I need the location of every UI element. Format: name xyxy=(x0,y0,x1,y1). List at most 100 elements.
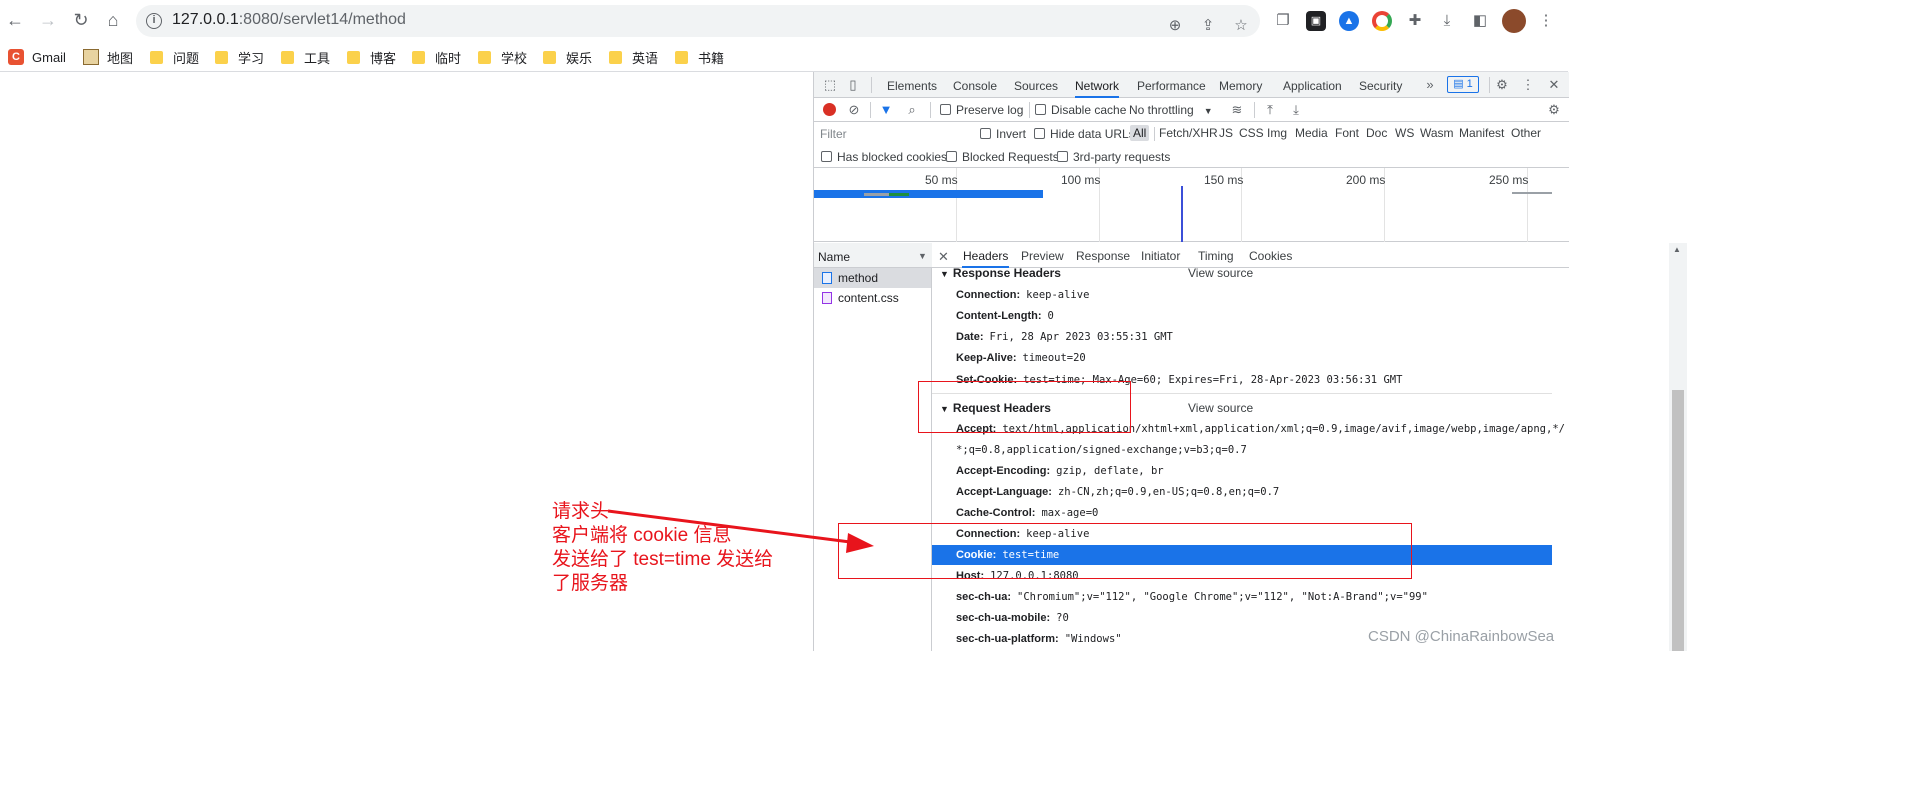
filter-type-media[interactable]: Media xyxy=(1295,126,1328,140)
view-source-link[interactable]: View source xyxy=(1188,401,1253,415)
timeline-overview-handle[interactable] xyxy=(1512,192,1552,194)
filter-type-other[interactable]: Other xyxy=(1511,126,1541,140)
tab-memory[interactable]: Memory xyxy=(1219,72,1262,98)
filter-type-css[interactable]: CSS xyxy=(1239,126,1264,140)
bookmark-folder[interactable]: 学校 xyxy=(478,46,527,68)
import-har-icon[interactable]: ⤒ xyxy=(1262,102,1278,118)
bookmark-folder[interactable]: 工具 xyxy=(281,46,330,68)
scrollbar-thumb[interactable] xyxy=(1672,390,1684,651)
issues-badge[interactable]: ▤ 1 xyxy=(1447,76,1479,93)
request-row-method[interactable]: method xyxy=(814,268,931,288)
tab-headers[interactable]: Headers xyxy=(962,243,1010,268)
header-row[interactable]: Accept-Encoding: gzip, deflate, br xyxy=(940,461,1552,481)
network-settings-icon[interactable]: ⚙ xyxy=(1546,102,1562,118)
drive-extension-icon[interactable]: ▲ xyxy=(1339,11,1359,31)
settings-gear-icon[interactable]: ⚙ xyxy=(1494,77,1510,93)
bookmark-folder[interactable]: 临时 xyxy=(412,46,461,68)
bookmark-folder[interactable]: 娱乐 xyxy=(543,46,592,68)
filter-type-font[interactable]: Font xyxy=(1335,126,1359,140)
blocked-requests-checkbox[interactable]: Blocked Requests xyxy=(946,150,1059,164)
filter-type-doc[interactable]: Doc xyxy=(1366,126,1387,140)
filter-type-wasm[interactable]: Wasm xyxy=(1420,126,1454,140)
header-row[interactable]: Connection: keep-alive xyxy=(940,285,1552,305)
side-panel-icon[interactable]: ◧ xyxy=(1470,11,1490,31)
filter-icon[interactable]: ▼ xyxy=(878,102,894,118)
third-party-checkbox[interactable]: 3rd-party requests xyxy=(1057,150,1170,164)
filter-type-js[interactable]: JS xyxy=(1219,126,1233,140)
header-row[interactable]: sec-ch-ua: "Chromium";v="112", "Google Ch… xyxy=(940,587,1552,607)
bookmark-folder[interactable]: 问题 xyxy=(150,46,199,68)
request-list-header[interactable]: Name ▼ xyxy=(814,243,932,268)
hide-data-urls-checkbox[interactable]: Hide data URLs xyxy=(1034,127,1135,141)
tab-response[interactable]: Response xyxy=(1076,243,1130,268)
bookmark-map[interactable]: 地图 xyxy=(83,46,133,68)
address-bar[interactable]: i 127.0.0.1:8080/servlet14/method ⊕ ⇪ ☆ xyxy=(136,5,1260,37)
filter-type-img[interactable]: Img xyxy=(1267,126,1287,140)
header-row[interactable]: Keep-Alive: timeout=20 xyxy=(940,348,1552,368)
has-blocked-cookies-checkbox[interactable]: Has blocked cookies xyxy=(821,150,947,164)
reload-icon[interactable]: ↻ xyxy=(69,8,93,32)
close-devtools-icon[interactable]: ✕ xyxy=(1546,77,1562,93)
header-row[interactable]: Cache-Control: max-age=0 xyxy=(940,503,1552,523)
bookmark-folder[interactable]: 英语 xyxy=(609,46,658,68)
share-icon[interactable]: ⇪ xyxy=(1199,17,1217,35)
invert-checkbox[interactable]: Invert xyxy=(980,127,1026,141)
header-row[interactable]: Content-Length: 0 xyxy=(940,306,1552,326)
tab-initiator[interactable]: Initiator xyxy=(1141,243,1180,268)
tab-performance[interactable]: Performance xyxy=(1137,72,1206,98)
preserve-log-checkbox[interactable]: Preserve log xyxy=(940,103,1023,117)
network-overview-timeline[interactable]: 50 ms 100 ms 150 ms 200 ms 250 ms xyxy=(814,168,1569,242)
chrome-extension-icon[interactable] xyxy=(1372,11,1392,31)
bookmark-gmail[interactable]: C Gmail xyxy=(8,46,66,68)
close-detail-icon[interactable]: ✕ xyxy=(938,243,949,268)
network-conditions-icon[interactable]: ≋ xyxy=(1229,102,1245,118)
throttling-select[interactable]: No throttling ▼ xyxy=(1129,103,1213,117)
tab-preview[interactable]: Preview xyxy=(1021,243,1064,268)
tab-security[interactable]: Security xyxy=(1359,72,1402,98)
export-har-icon[interactable]: ⤓ xyxy=(1288,102,1304,118)
extension-icon[interactable]: ▣ xyxy=(1306,11,1326,31)
filter-type-ws[interactable]: WS xyxy=(1395,126,1414,140)
forward-arrow-icon[interactable]: → xyxy=(36,8,60,32)
device-toolbar-icon[interactable]: ▯ xyxy=(845,77,861,93)
zoom-icon[interactable]: ⊕ xyxy=(1166,17,1184,35)
header-row[interactable]: sec-ch-ua-mobile: ?0 xyxy=(940,608,1552,628)
view-source-link[interactable]: View source xyxy=(1188,266,1253,280)
header-row-continuation[interactable]: *;q=0.8,application/signed-exchange;v=b3… xyxy=(940,440,1552,460)
more-menu-icon[interactable]: ⋮ xyxy=(1536,11,1556,31)
download-icon[interactable]: ⤓ xyxy=(1437,11,1457,31)
tab-sources[interactable]: Sources xyxy=(1014,72,1058,98)
header-row[interactable]: Date: Fri, 28 Apr 2023 03:55:31 GMT xyxy=(940,327,1552,347)
home-icon[interactable]: ⌂ xyxy=(101,8,125,32)
filter-type-all[interactable]: All xyxy=(1130,125,1150,141)
filter-type-manifest[interactable]: Manifest xyxy=(1459,126,1504,140)
back-arrow-icon[interactable]: ← xyxy=(3,8,27,32)
more-tabs-icon[interactable]: » xyxy=(1422,77,1438,93)
response-headers-section[interactable]: ▼ Response Headers xyxy=(940,266,1061,280)
devtools-menu-icon[interactable]: ⋮ xyxy=(1520,77,1536,93)
tab-application[interactable]: Application xyxy=(1283,72,1342,98)
request-row-content-css[interactable]: content.css xyxy=(814,288,931,308)
record-button[interactable] xyxy=(823,103,836,116)
url-text[interactable]: 127.0.0.1:8080/servlet14/method xyxy=(172,11,406,29)
clear-icon[interactable]: ⊘ xyxy=(846,102,862,118)
bookmark-folder[interactable]: 博客 xyxy=(347,46,396,68)
header-row[interactable]: Accept-Language: zh-CN,zh;q=0.9,en-US;q=0… xyxy=(940,482,1552,502)
puzzle-extensions-icon[interactable]: ✚ xyxy=(1405,11,1425,31)
scroll-up-icon[interactable]: ▲ xyxy=(1673,245,1681,254)
search-icon[interactable]: ⌕ xyxy=(904,102,920,118)
bookmark-folder[interactable]: 书籍 xyxy=(675,46,724,68)
tab-search-icon[interactable]: ❐ xyxy=(1273,11,1293,31)
disable-cache-checkbox[interactable]: Disable cache xyxy=(1035,103,1126,117)
bookmark-folder[interactable]: 学习 xyxy=(215,46,264,68)
tab-network[interactable]: Network xyxy=(1075,72,1120,98)
avatar[interactable] xyxy=(1502,9,1526,33)
filter-input[interactable]: Filter xyxy=(816,125,966,144)
filter-type-fetch-xhr[interactable]: Fetch/XHR xyxy=(1159,126,1218,140)
tab-cookies[interactable]: Cookies xyxy=(1249,243,1292,268)
star-icon[interactable]: ☆ xyxy=(1232,17,1250,35)
tab-timing[interactable]: Timing xyxy=(1198,243,1234,268)
site-info-icon[interactable]: i xyxy=(146,13,162,29)
tab-elements[interactable]: Elements xyxy=(887,72,937,98)
tab-console[interactable]: Console xyxy=(953,72,997,98)
